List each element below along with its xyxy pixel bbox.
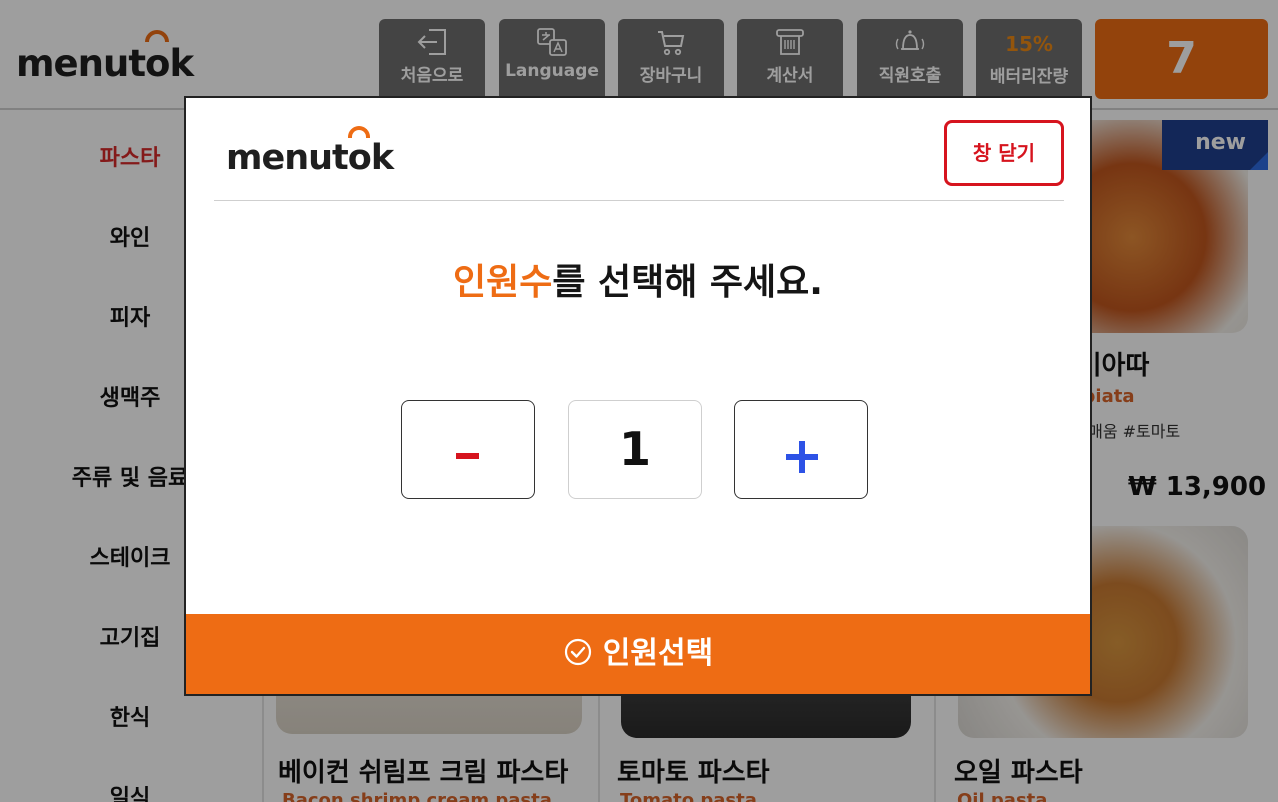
close-button[interactable]: 창 닫기 (944, 120, 1064, 186)
decrement-button[interactable] (401, 400, 535, 499)
party-size-prompt: 인원수를 선택해 주세요. (186, 253, 1090, 305)
confirm-party-size-button[interactable]: 인원선택 (186, 614, 1090, 694)
check-circle-icon (564, 638, 591, 665)
minus-icon (456, 453, 479, 459)
prompt-text: 를 선택해 주세요. (552, 262, 823, 303)
modal-divider (214, 200, 1064, 201)
party-size-modal: menuto k 창 닫기 인원수를 선택해 주세요. 1 인원선택 (184, 96, 1092, 696)
modal-logo: menuto k (226, 126, 394, 178)
prompt-highlight: 인원수 (453, 262, 553, 303)
party-size-value: 1 (568, 400, 702, 499)
increment-button[interactable] (734, 400, 868, 499)
confirm-label: 인원선택 (602, 636, 714, 671)
